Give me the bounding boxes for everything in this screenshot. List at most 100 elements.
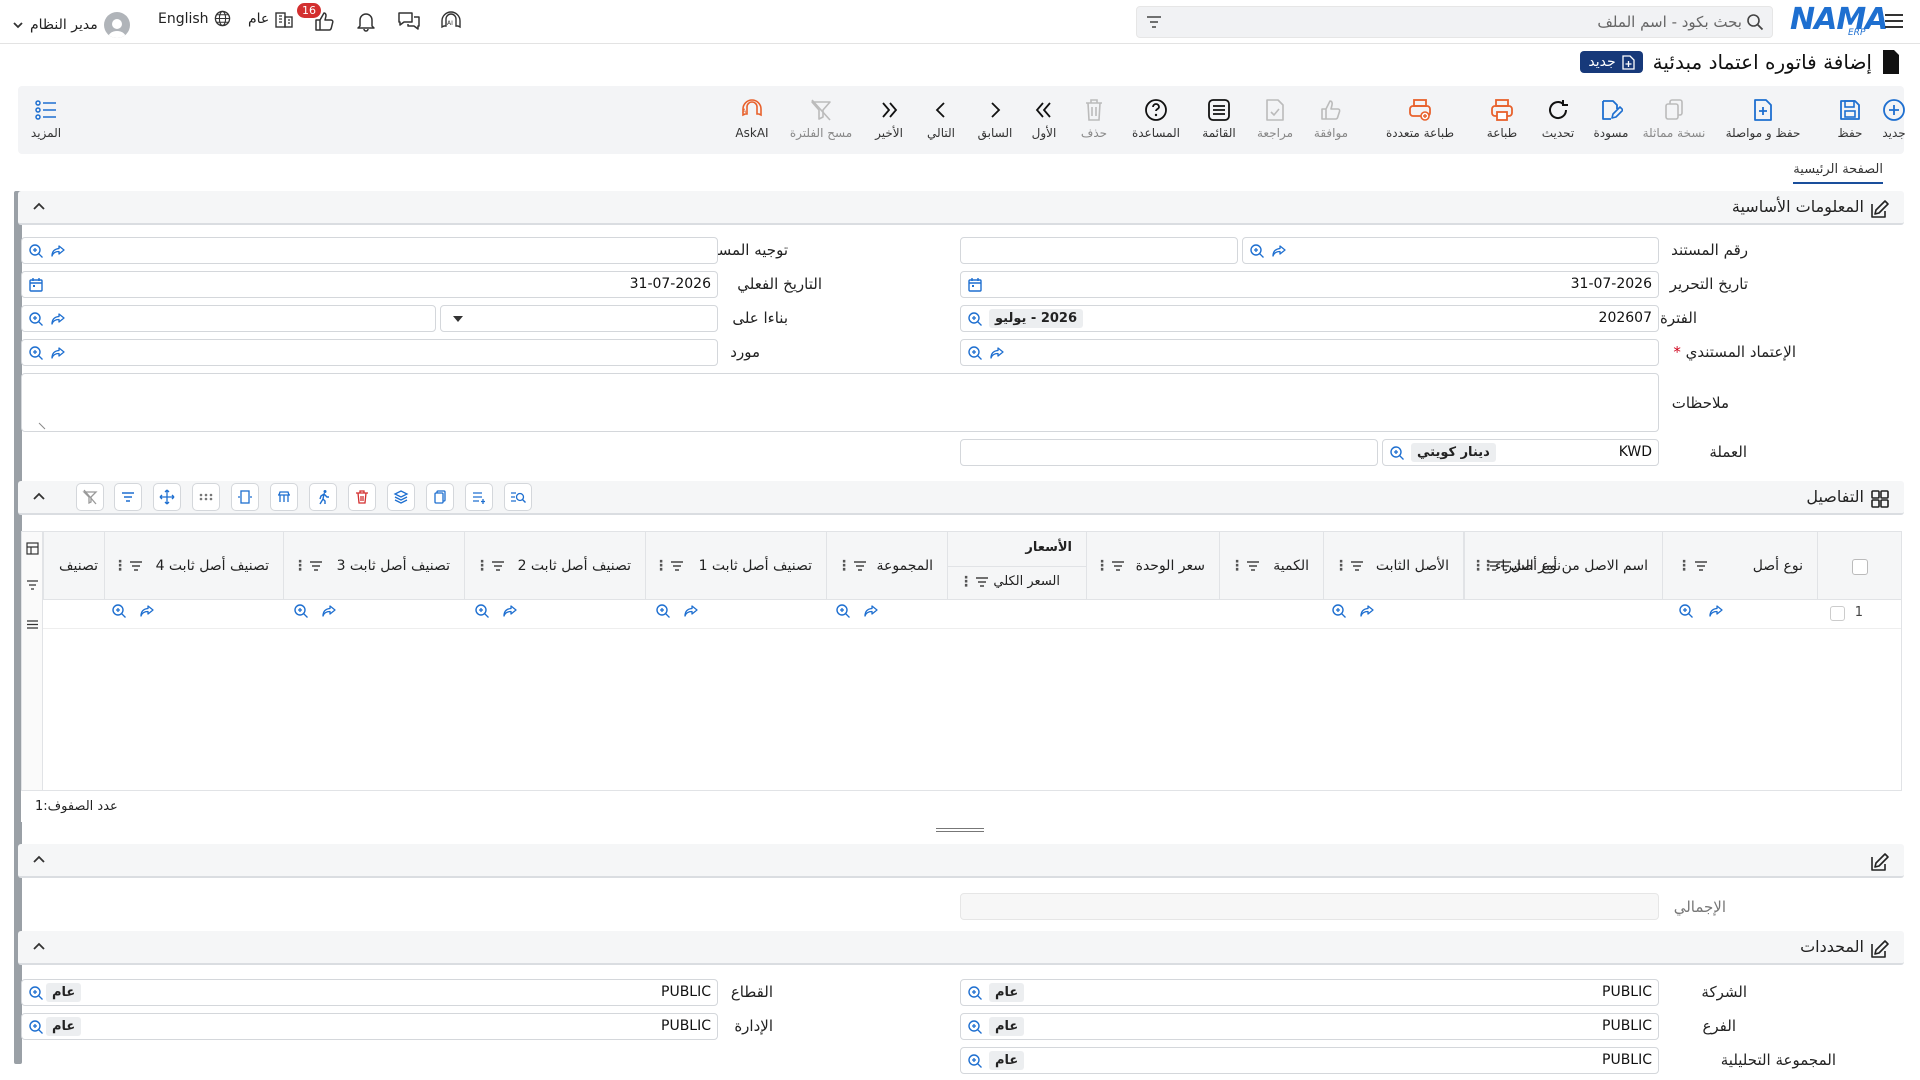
edit-date-field[interactable]: 31-07-2026 xyxy=(960,271,1659,298)
based-on-ref-field[interactable] xyxy=(21,305,436,332)
lookup-search-icon[interactable] xyxy=(967,1019,983,1035)
askai-button[interactable]: AI AskAI xyxy=(730,98,774,140)
grid-move-button[interactable] xyxy=(153,483,181,511)
notes-textarea[interactable] xyxy=(21,373,1659,432)
sector-field[interactable]: PUBLIC عام xyxy=(21,979,718,1006)
column-cls3[interactable]: تصنيف أصل ثابت 3 ⋮ xyxy=(283,532,464,600)
open-link-icon[interactable] xyxy=(1271,243,1287,259)
chevron-up-icon[interactable] xyxy=(32,199,46,213)
branch-field[interactable]: PUBLIC عام xyxy=(960,1013,1659,1040)
calendar-icon[interactable] xyxy=(28,277,44,293)
column-menu-icon[interactable]: ⋮ xyxy=(475,558,489,574)
open-link-icon[interactable] xyxy=(502,603,518,619)
review-button[interactable]: مراجعة xyxy=(1250,98,1300,140)
filter-lines-icon[interactable] xyxy=(1145,13,1163,31)
column-menu-icon[interactable]: ⋮ xyxy=(959,574,973,590)
lookup-search-icon[interactable] xyxy=(967,1053,983,1069)
resize-handle-icon[interactable] xyxy=(38,422,46,430)
lookup-search-icon[interactable] xyxy=(28,985,44,1001)
analytic-group-field[interactable]: PUBLIC عام xyxy=(960,1047,1659,1074)
section-details-header[interactable]: التفاصيل xyxy=(18,481,1904,515)
clear-grid-filter-button[interactable] xyxy=(76,483,104,511)
lookup-search-icon[interactable] xyxy=(1678,603,1694,619)
column-cls4[interactable]: تصنيف أصل ثابت 4 ⋮ xyxy=(104,532,283,600)
grid-copy-button[interactable] xyxy=(426,483,454,511)
column-menu-icon[interactable]: ⋮ xyxy=(654,558,668,574)
column-filter-icon[interactable] xyxy=(309,560,323,572)
help-button[interactable]: المساعدة xyxy=(1124,98,1188,140)
company-field[interactable]: PUBLIC عام xyxy=(960,979,1659,1006)
lookup-search-icon[interactable] xyxy=(28,311,44,327)
prev-button[interactable]: السابق xyxy=(972,98,1018,140)
open-link-icon[interactable] xyxy=(1359,603,1375,619)
grid-filter-button[interactable] xyxy=(114,483,142,511)
currency-field[interactable]: KWD دينار كويتي xyxy=(1382,439,1659,466)
lookup-search-icon[interactable] xyxy=(28,345,44,361)
open-link-icon[interactable] xyxy=(321,603,337,619)
column-group[interactable]: المجموعة ⋮ xyxy=(826,532,947,600)
doc-number-field[interactable] xyxy=(1242,237,1659,264)
refresh-button[interactable]: تحديث xyxy=(1534,98,1582,140)
open-link-icon[interactable] xyxy=(989,345,1005,361)
column-filter-icon[interactable] xyxy=(1487,560,1501,572)
chevron-up-icon[interactable] xyxy=(32,939,46,953)
open-link-icon[interactable] xyxy=(863,603,879,619)
save-button[interactable]: حفظ xyxy=(1828,98,1872,140)
column-filter-icon[interactable] xyxy=(1246,560,1260,572)
column-po-asset-name[interactable]: اسم الاصل من أمر الشراء ⋮ xyxy=(1463,532,1662,600)
grid-layers-button[interactable] xyxy=(387,483,415,511)
approve-button[interactable]: موافقة xyxy=(1306,98,1356,140)
search-bar[interactable]: بحث بكود - اسم الملف xyxy=(1136,6,1773,38)
hamburger-menu-icon[interactable] xyxy=(1883,11,1905,31)
lookup-search-icon[interactable] xyxy=(28,243,44,259)
select-all-checkbox[interactable] xyxy=(1852,559,1868,575)
lookup-search-icon[interactable] xyxy=(1331,603,1347,619)
lookup-search-icon[interactable] xyxy=(967,345,983,361)
column-filter-icon[interactable] xyxy=(1694,560,1708,572)
print-button[interactable]: طباعة xyxy=(1478,98,1526,140)
new-button[interactable]: جديد xyxy=(1872,98,1916,140)
lookup-search-icon[interactable] xyxy=(293,603,309,619)
column-fixed-asset[interactable]: الأصل الثابت ⋮ xyxy=(1323,532,1463,600)
column-menu-icon[interactable]: ⋮ xyxy=(113,558,127,574)
grid-add-row-button[interactable] xyxy=(465,483,493,511)
based-on-select[interactable] xyxy=(440,305,718,332)
column-menu-icon[interactable]: ⋮ xyxy=(1471,558,1485,574)
grid-run-button[interactable] xyxy=(309,483,337,511)
multi-print-button[interactable]: طباعة متعددة xyxy=(1370,98,1470,140)
bell-icon[interactable] xyxy=(355,10,377,32)
currency-rate-field[interactable] xyxy=(960,439,1378,466)
lookup-search-icon[interactable] xyxy=(967,985,983,1001)
ai-assistant-icon[interactable]: AI xyxy=(439,10,463,32)
grid-layout-button[interactable] xyxy=(270,483,298,511)
column-quantity[interactable]: الكمية ⋮ xyxy=(1219,532,1323,600)
last-button[interactable]: الأخير xyxy=(866,98,912,140)
column-filter-icon[interactable] xyxy=(1111,560,1125,572)
section-basic-header[interactable]: المعلومات الأساسية xyxy=(18,191,1904,225)
clear-filter-button[interactable]: مسح الفلترة xyxy=(786,98,856,140)
search-input[interactable]: بحث بكود - اسم الملف xyxy=(1597,13,1742,31)
lookup-search-icon[interactable] xyxy=(28,1019,44,1035)
column-unit-price[interactable]: سعر الوحدة ⋮ xyxy=(1086,532,1219,600)
filter-icon[interactable] xyxy=(26,579,39,592)
section-dims-header[interactable]: المحددات xyxy=(18,931,1904,965)
next-button[interactable]: التالي xyxy=(918,98,964,140)
lookup-search-icon[interactable] xyxy=(967,311,983,327)
section-totals-header[interactable] xyxy=(18,844,1904,878)
column-menu-icon[interactable]: ⋮ xyxy=(293,558,307,574)
chat-icon[interactable] xyxy=(397,10,421,32)
column-filter-icon[interactable] xyxy=(670,560,684,572)
grid-delete-button[interactable] xyxy=(348,483,376,511)
columns-icon[interactable] xyxy=(26,542,39,555)
column-asset-type-cell[interactable]: نوع أصل ⋮ xyxy=(1662,532,1817,600)
department-field[interactable]: PUBLIC عام xyxy=(21,1013,718,1040)
doc-number-extra-field[interactable] xyxy=(960,237,1238,264)
column-menu-icon[interactable]: ⋮ xyxy=(837,558,851,574)
column-filter-icon[interactable] xyxy=(1350,560,1364,572)
column-filter-icon[interactable] xyxy=(491,560,505,572)
menu-lines-icon[interactable] xyxy=(26,618,39,631)
lookup-search-icon[interactable] xyxy=(835,603,851,619)
lookup-search-icon[interactable] xyxy=(655,603,671,619)
open-link-icon[interactable] xyxy=(1708,603,1724,619)
save-continue-button[interactable]: حفظ و مواصلة xyxy=(1718,98,1808,140)
